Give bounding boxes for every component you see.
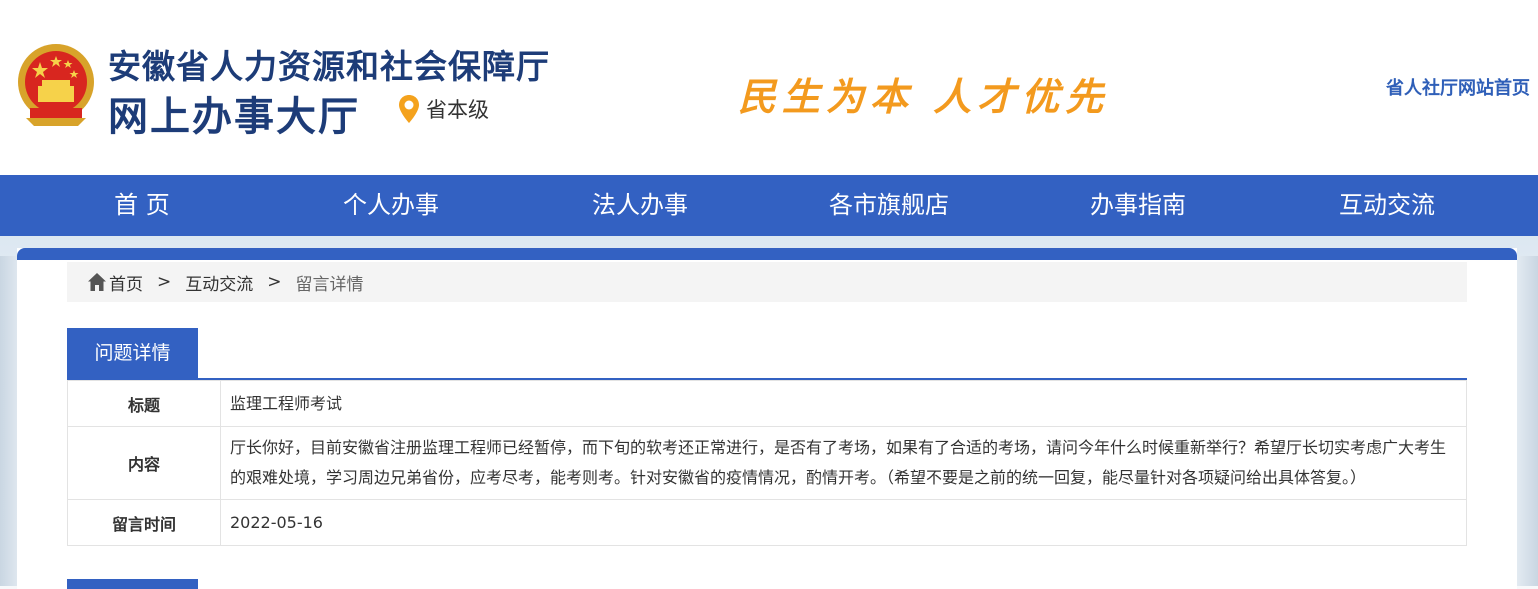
content-value: 厅长你好，目前安徽省注册监理工程师已经暂停，而下旬的软考还正常进行，是否有了考场…: [220, 426, 1467, 500]
breadcrumb: 首页 > 互动交流 > 留言详情: [67, 262, 1467, 302]
table-row: 内容 厅长你好，目前安徽省注册监理工程师已经暂停，而下旬的软考还正常进行，是否有…: [67, 426, 1467, 500]
title-label: 标题: [67, 380, 221, 427]
breadcrumb-separator: >: [267, 272, 282, 292]
table-row: 留言时间 2022-05-16: [67, 499, 1467, 546]
ministry-home-link[interactable]: 省人社厅网站首页: [1386, 74, 1530, 100]
nav-item-city-stores[interactable]: 各市旗舰店: [829, 175, 949, 236]
breadcrumb-home[interactable]: 首页: [109, 270, 143, 295]
level-selector[interactable]: 省本级: [398, 94, 489, 124]
card-top-bar: [17, 248, 1517, 260]
nav-item-personal[interactable]: 个人办事: [343, 175, 439, 236]
breadcrumb-section[interactable]: 互动交流: [185, 270, 253, 295]
org-name: 安徽省人力资源和社会保障厅: [108, 47, 550, 86]
nav-item-legal-entity[interactable]: 法人办事: [592, 175, 688, 236]
breadcrumb-current: 留言详情: [295, 274, 364, 295]
next-section-tab: [67, 579, 198, 589]
breadcrumb-separator: >: [157, 272, 172, 292]
level-label: 省本级: [426, 98, 489, 122]
tab-question-detail[interactable]: 问题详情: [67, 328, 198, 378]
national-emblem-icon: [18, 44, 94, 126]
nav-item-guide[interactable]: 办事指南: [1090, 175, 1186, 236]
message-detail-table: 标题 监理工程师考试 内容 厅长你好，目前安徽省注册监理工程师已经暂停，而下旬的…: [67, 380, 1467, 546]
content-label: 内容: [67, 426, 221, 500]
site-header: 安徽省人力资源和社会保障厅 网上办事大厅 省本级 民生为本 人才优先 省人社厅网…: [0, 0, 1538, 175]
content-card: 首页 > 互动交流 > 留言详情 问题详情 标题 监理工程师考试 内容 厅长你好…: [17, 248, 1517, 589]
home-icon: [88, 273, 106, 291]
table-row: 标题 监理工程师考试: [67, 380, 1467, 427]
time-label: 留言时间: [67, 499, 221, 546]
title-value: 监理工程师考试: [220, 380, 1467, 427]
slogan: 民生为本 人才优先: [738, 74, 1110, 119]
hall-name: 网上办事大厅: [108, 94, 360, 140]
nav-item-home[interactable]: 首 页: [114, 175, 170, 236]
main-navigation: 首 页 个人办事 法人办事 各市旗舰店 办事指南 互动交流: [0, 175, 1538, 236]
time-value: 2022-05-16: [220, 499, 1467, 546]
nav-item-interaction[interactable]: 互动交流: [1339, 175, 1435, 236]
location-pin-icon: [399, 95, 419, 123]
